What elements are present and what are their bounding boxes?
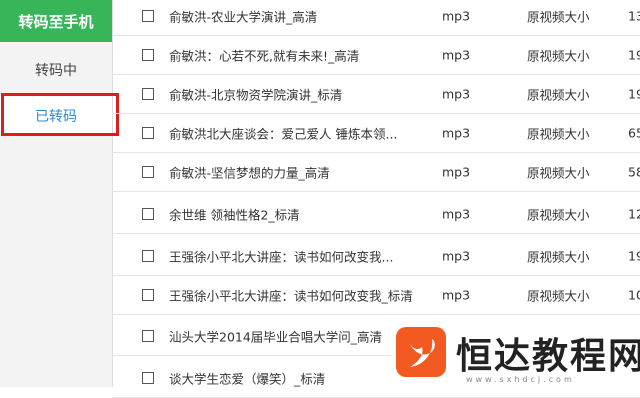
row-checkbox[interactable] bbox=[142, 87, 154, 100]
row-number: 19 bbox=[628, 47, 640, 62]
table-row[interactable]: 俞敏洪-坚信梦想的力量_高清 mp3 原视频大小 58 bbox=[112, 152, 640, 192]
row-size: 原视频大小 bbox=[527, 87, 590, 102]
watermark-text: 恒达教程网 bbox=[456, 336, 640, 377]
row-title: 汕头大学2014届毕业合唱大学问_高清 bbox=[169, 329, 383, 344]
row-checkbox[interactable] bbox=[142, 371, 154, 384]
row-checkbox[interactable] bbox=[142, 329, 154, 342]
row-number: 12 bbox=[628, 206, 640, 221]
row-format: mp3 bbox=[442, 248, 471, 263]
table-row[interactable]: 俞敏洪：心若不死,就有未来!_高清 mp3 原视频大小 19 bbox=[112, 35, 640, 75]
table-row[interactable]: 俞敏洪-农业大学演讲_高清 mp3 原视频大小 13 bbox=[112, 0, 640, 36]
row-checkbox[interactable] bbox=[142, 288, 154, 301]
watermark: 恒达教程网 www.sxhdcj.com bbox=[392, 325, 640, 387]
row-number: 65 bbox=[628, 125, 640, 140]
row-number: 19 bbox=[628, 248, 640, 263]
row-checkbox[interactable] bbox=[142, 165, 154, 178]
row-format: mp3 bbox=[442, 164, 471, 179]
row-format: mp3 bbox=[442, 86, 471, 101]
row-checkbox[interactable] bbox=[142, 249, 154, 262]
row-size: 原视频大小 bbox=[527, 249, 590, 264]
row-title: 王强徐小平北大讲座：读书如何改变我_标清 bbox=[169, 288, 413, 303]
watermark-logo-icon bbox=[396, 327, 446, 377]
row-title: 俞敏洪-农业大学演讲_高清 bbox=[169, 9, 318, 24]
row-format: mp3 bbox=[442, 206, 471, 221]
row-number: 58 bbox=[628, 164, 640, 179]
row-format: mp3 bbox=[442, 287, 471, 302]
transcode-to-phone-button[interactable]: 转码至手机 bbox=[0, 0, 112, 42]
sidebar: 转码至手机 转码中 已转码 bbox=[0, 0, 113, 387]
row-title: 王强徐小平北大讲座：读书如何改变我... bbox=[169, 249, 394, 264]
row-format: mp3 bbox=[442, 8, 471, 23]
row-number: 13 bbox=[628, 8, 640, 23]
row-size: 原视频大小 bbox=[527, 207, 590, 222]
row-title: 俞敏洪：心若不死,就有未来!_高清 bbox=[169, 48, 360, 63]
row-title: 俞敏洪北大座谈会：爱己爱人 锤炼本领... bbox=[169, 126, 398, 141]
highlight-box bbox=[1, 93, 119, 136]
row-checkbox[interactable] bbox=[142, 48, 154, 61]
row-checkbox[interactable] bbox=[142, 126, 154, 139]
row-size: 原视频大小 bbox=[527, 126, 590, 141]
table-row[interactable]: 俞敏洪北大座谈会：爱己爱人 锤炼本领... mp3 原视频大小 65 bbox=[112, 113, 640, 153]
row-title: 俞敏洪-坚信梦想的力量_高清 bbox=[169, 165, 330, 180]
row-number: 19 bbox=[628, 86, 640, 101]
table-row[interactable]: 俞敏洪-北京物资学院演讲_标清 mp3 原视频大小 19 bbox=[112, 74, 640, 114]
row-title: 谈大学生恋爱（爆笑）_标清 bbox=[169, 371, 326, 386]
row-format: mp3 bbox=[442, 125, 471, 140]
row-title: 余世维 领袖性格2_标清 bbox=[169, 207, 300, 222]
table-row[interactable]: 王强徐小平北大讲座：读书如何改变我_标清 mp3 原视频大小 10 bbox=[112, 275, 640, 315]
table-row[interactable]: 王强徐小平北大讲座：读书如何改变我... mp3 原视频大小 19 bbox=[112, 236, 640, 276]
row-size: 原视频大小 bbox=[527, 165, 590, 180]
row-size: 原视频大小 bbox=[527, 9, 590, 24]
row-size: 原视频大小 bbox=[527, 48, 590, 63]
row-title: 俞敏洪-北京物资学院演讲_标清 bbox=[169, 87, 343, 102]
watermark-url: www.sxhdcj.com bbox=[466, 375, 575, 384]
table-row[interactable]: 余世维 领袖性格2_标清 mp3 原视频大小 12 bbox=[112, 194, 640, 234]
row-number: 10 bbox=[628, 287, 640, 302]
row-checkbox[interactable] bbox=[142, 207, 154, 220]
sidebar-item-converting[interactable]: 转码中 bbox=[0, 50, 112, 90]
row-format: mp3 bbox=[442, 47, 471, 62]
row-size: 原视频大小 bbox=[527, 288, 590, 303]
row-checkbox[interactable] bbox=[142, 9, 154, 22]
